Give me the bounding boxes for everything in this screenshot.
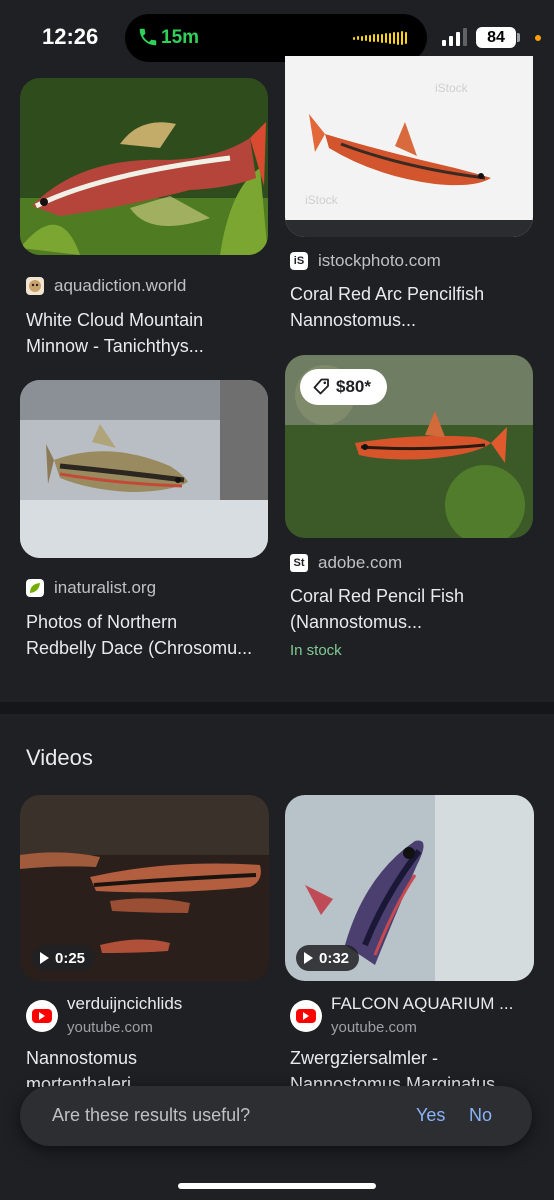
cellular-signal-icon — [442, 28, 467, 46]
youtube-icon — [290, 1000, 322, 1032]
battery-icon: 84 — [476, 27, 516, 48]
audio-waveform-icon — [353, 30, 409, 46]
video-duration: 0:25 — [55, 949, 86, 967]
result-title-line: Coral Red Pencil Fish — [290, 586, 465, 606]
result-source: inaturalist.org — [54, 578, 157, 597]
result-source-row[interactable]: iS istockphoto.com — [290, 249, 441, 273]
play-icon — [304, 952, 313, 964]
home-indicator[interactable] — [178, 1183, 376, 1189]
section-divider — [0, 702, 554, 714]
video-platform: youtube.com — [67, 1019, 153, 1036]
result-source-row[interactable]: aquadiction.world — [26, 274, 186, 298]
video-platform: youtube.com — [331, 1019, 417, 1036]
feedback-prompt: Are these results useful? Yes No — [20, 1086, 532, 1146]
result-title[interactable]: Coral Red Arc Pencilfish Nannostomus... — [290, 281, 538, 333]
youtube-icon — [26, 1000, 58, 1032]
video-duration-badge: 0:25 — [32, 945, 96, 971]
tag-icon — [313, 378, 329, 395]
result-image-coral-arc[interactable]: iStock iStock — [285, 56, 533, 237]
call-duration: 15m — [161, 27, 200, 48]
result-title[interactable]: Photos of Northern Redbelly Dace (Chroso… — [26, 609, 274, 661]
video-title[interactable]: Nannostomus mortenthaleri — [26, 1045, 270, 1087]
video-duration-badge: 0:32 — [296, 945, 360, 971]
result-title-line: White Cloud Mountain — [26, 310, 204, 330]
istock-icon: iS — [290, 252, 308, 270]
result-title-line: Nannostomus... — [290, 310, 417, 330]
result-title[interactable]: White Cloud Mountain Minnow - Tanichthys… — [26, 307, 274, 359]
result-source: istockphoto.com — [318, 251, 441, 270]
result-image-redbelly-dace[interactable] — [20, 380, 268, 558]
result-title-line: Photos of Northern — [26, 612, 178, 632]
privacy-indicator-dot — [535, 35, 541, 41]
result-title-line: Coral Red Arc Pencilfish — [290, 284, 485, 304]
feedback-yes-button[interactable]: Yes — [416, 1105, 445, 1126]
svg-text:iStock: iStock — [435, 81, 469, 95]
video-title[interactable]: Zwergziersalmler - Nannostomus Marginatu… — [290, 1045, 534, 1087]
svg-text:iStock: iStock — [305, 193, 339, 207]
phone-icon — [139, 28, 157, 46]
feedback-no-button[interactable]: No — [469, 1105, 492, 1126]
video-channel[interactable]: FALCON AQUARIUM ... — [331, 994, 531, 1014]
video-channel[interactable]: verduijncichlids — [67, 994, 267, 1014]
inaturalist-icon — [26, 579, 44, 597]
feedback-question: Are these results useful? — [52, 1105, 251, 1125]
price-tag[interactable]: $80* — [300, 369, 387, 405]
video-title-line: Nannostomus Marginatus ... — [290, 1074, 516, 1087]
video-title-line: Zwergziersalmler - — [290, 1048, 439, 1068]
stock-status: In stock — [290, 642, 342, 659]
result-title-line: Minnow - Tanichthys... — [26, 336, 204, 356]
adobe-stock-icon: St — [290, 554, 308, 572]
video-duration: 0:32 — [319, 949, 350, 967]
result-source: aquadiction.world — [54, 276, 187, 295]
result-source-row[interactable]: St adobe.com — [290, 551, 402, 575]
result-title-line: (Nannostomus... — [290, 612, 423, 632]
result-image-white-cloud[interactable] — [20, 78, 268, 255]
battery-tip — [517, 33, 520, 42]
video-title-line: mortenthaleri — [26, 1074, 132, 1087]
play-icon — [40, 952, 49, 964]
price-value: $80* — [336, 377, 371, 396]
video-title-line: Nannostomus — [26, 1048, 138, 1068]
result-source: adobe.com — [318, 553, 403, 572]
result-title[interactable]: Coral Red Pencil Fish (Nannostomus... — [290, 583, 538, 635]
aquadiction-icon — [26, 277, 44, 295]
result-title-line: Redbelly Dace (Chrosomu... — [26, 638, 253, 658]
active-call-pill[interactable]: 15m — [125, 14, 427, 62]
clock: 12:26 — [42, 24, 99, 49]
result-source-row[interactable]: inaturalist.org — [26, 576, 156, 600]
videos-heading: Videos — [26, 745, 93, 770]
